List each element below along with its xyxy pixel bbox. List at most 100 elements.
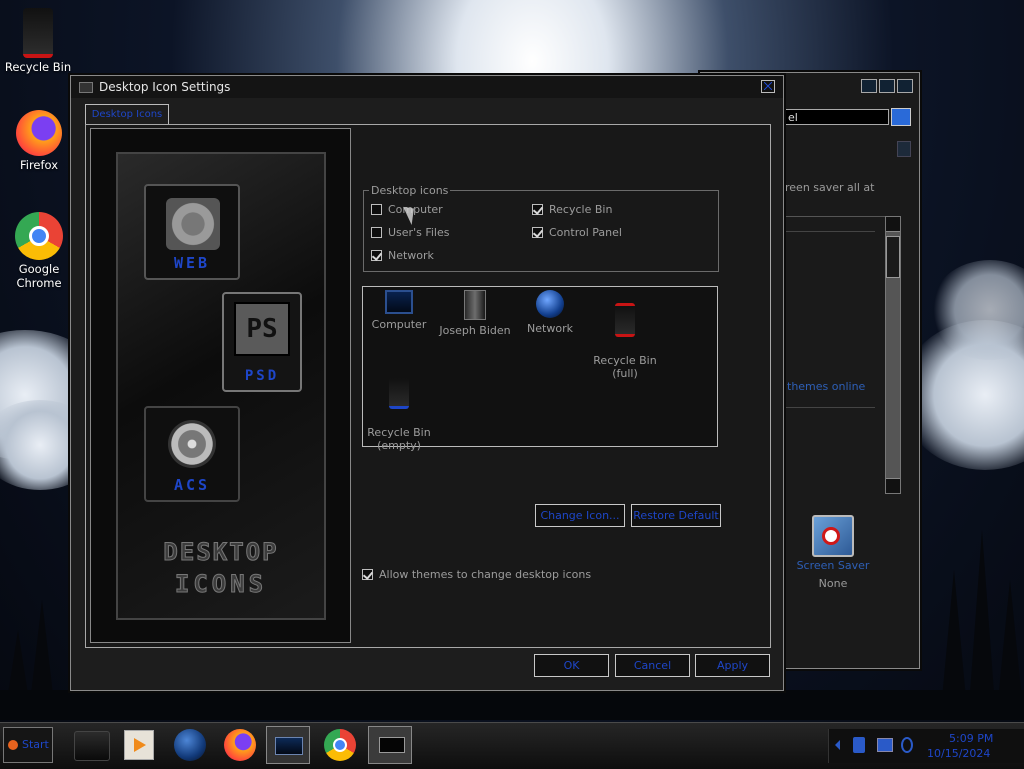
taskbar: Start 5:09 PM 10/15/2024 bbox=[0, 722, 1024, 769]
icon-item-label: Joseph Biden bbox=[439, 324, 511, 337]
desktop-icon-chrome[interactable]: Google Chrome bbox=[1, 212, 77, 290]
recycle-bin-full-icon bbox=[615, 303, 635, 337]
art-tile-big-text: PS bbox=[234, 302, 290, 356]
icon-item-label: Recycle Bin (empty) bbox=[367, 426, 431, 452]
divider bbox=[785, 231, 875, 232]
close-button[interactable] bbox=[897, 79, 913, 93]
taskbar-app-media-player-icon[interactable] bbox=[124, 730, 154, 760]
icon-item-label: Computer bbox=[371, 318, 427, 331]
monitor-icon bbox=[385, 290, 413, 314]
maximize-button[interactable] bbox=[879, 79, 895, 93]
globe-icon bbox=[536, 290, 564, 318]
ok-button[interactable]: OK bbox=[534, 654, 609, 677]
user-files-icon bbox=[464, 290, 486, 320]
tray-security-icon[interactable] bbox=[853, 737, 865, 753]
art-tile-label: ACS bbox=[173, 476, 211, 494]
close-icon bbox=[764, 82, 772, 90]
art-banner-line2: ICONS bbox=[174, 570, 268, 599]
checkbox-recycle-bin[interactable]: Recycle Bin bbox=[532, 203, 612, 216]
icon-item-computer[interactable]: Computer bbox=[359, 290, 439, 331]
taskbar-app-chrome-icon[interactable] bbox=[324, 729, 356, 761]
checkbox-allow-themes[interactable]: Allow themes to change desktop icons bbox=[362, 568, 591, 581]
start-button[interactable]: Start bbox=[3, 727, 53, 763]
tray-network-icon[interactable] bbox=[877, 738, 893, 752]
art-tile-label: PSD bbox=[244, 368, 280, 384]
minimize-button[interactable] bbox=[861, 79, 877, 93]
checkbox-box[interactable] bbox=[532, 204, 543, 215]
checkbox-label: Network bbox=[388, 249, 434, 262]
taskbar-app-folder-icon[interactable] bbox=[74, 731, 110, 761]
screen-saver-value: None bbox=[818, 577, 848, 590]
desktop-icon-firefox[interactable]: Firefox bbox=[1, 110, 77, 172]
disc-icon bbox=[168, 420, 216, 468]
start-orb-icon bbox=[8, 740, 18, 750]
desktop-icon-recycle-bin[interactable]: Recycle Bin bbox=[0, 8, 76, 74]
dialog-titlebar[interactable]: Desktop Icon Settings bbox=[71, 76, 783, 98]
taskbar-app-ie-icon[interactable] bbox=[174, 729, 206, 761]
desktop-icon-label: Firefox bbox=[19, 158, 59, 172]
tray-expand-icon[interactable] bbox=[835, 740, 840, 750]
art-tile-psd: PS PSD bbox=[222, 292, 302, 392]
search-input[interactable]: el bbox=[785, 109, 889, 125]
taskbar-app-display-icon[interactable] bbox=[368, 726, 412, 764]
scroll-up-button[interactable] bbox=[886, 217, 900, 232]
tray-volume-icon[interactable] bbox=[901, 737, 913, 753]
checkbox-label: Recycle Bin bbox=[549, 203, 613, 216]
art-tile-web: WEB bbox=[144, 184, 240, 280]
icon-item-label: Network bbox=[527, 322, 573, 335]
scroll-thumb[interactable] bbox=[886, 236, 900, 278]
change-icon-button[interactable]: Change Icon... bbox=[535, 504, 625, 527]
start-label: Start bbox=[22, 738, 49, 751]
chrome-icon bbox=[15, 212, 63, 260]
art-frame: WEB PS PSD ACS DESKTOP ICONS bbox=[116, 152, 326, 620]
checkbox-users-files[interactable]: User's Files bbox=[371, 226, 449, 239]
firefox-icon bbox=[16, 110, 62, 156]
art-tile-label: WEB bbox=[173, 254, 211, 272]
icon-item-recycle-bin-full[interactable]: Recycle Bin (full) bbox=[585, 290, 665, 393]
recycle-bin-empty-icon bbox=[389, 378, 409, 409]
icon-item-label: Recycle Bin (full) bbox=[593, 354, 657, 380]
tab-desktop-icons[interactable]: Desktop Icons bbox=[85, 104, 169, 125]
checkbox-label: Control Panel bbox=[549, 226, 622, 239]
dialog-title: Desktop Icon Settings bbox=[99, 80, 231, 94]
themes-list bbox=[785, 216, 885, 495]
checkbox-box[interactable] bbox=[371, 227, 382, 238]
divider bbox=[785, 407, 875, 408]
clock-time[interactable]: 5:09 PM bbox=[949, 732, 993, 745]
art-banner-line1: DESKTOP bbox=[163, 538, 279, 567]
close-button[interactable] bbox=[761, 80, 775, 93]
help-icon[interactable] bbox=[897, 141, 911, 157]
checkbox-control-panel[interactable]: Control Panel bbox=[532, 226, 622, 239]
icon-item-users-files[interactable]: Joseph Biden bbox=[435, 290, 515, 337]
description-text: reen saver all at bbox=[785, 181, 875, 194]
desktop-icon-label: Google Chrome bbox=[16, 262, 62, 290]
apply-button[interactable]: Apply bbox=[695, 654, 770, 677]
system-tray: 5:09 PM 10/15/2024 bbox=[828, 729, 1024, 763]
checkbox-label: Allow themes to change desktop icons bbox=[379, 568, 592, 581]
taskbar-app-control-panel-icon[interactable] bbox=[266, 726, 310, 764]
search-icon[interactable] bbox=[891, 108, 911, 126]
checkbox-box[interactable] bbox=[371, 250, 382, 261]
scroll-down-button[interactable] bbox=[886, 478, 900, 493]
icon-item-recycle-bin-empty[interactable]: Recycle Bin (empty) bbox=[359, 365, 439, 465]
checkbox-box[interactable] bbox=[532, 227, 543, 238]
window-controls bbox=[861, 79, 913, 93]
screen-saver-button[interactable]: Screen Saver None bbox=[791, 515, 875, 590]
art-tile-acs: ACS bbox=[144, 406, 240, 502]
taskbar-app-firefox-icon[interactable] bbox=[224, 729, 256, 761]
cancel-button[interactable]: Cancel bbox=[615, 654, 690, 677]
restore-default-button[interactable]: Restore Default bbox=[631, 504, 721, 527]
get-themes-link[interactable]: themes online bbox=[787, 380, 865, 393]
checkbox-label: User's Files bbox=[388, 226, 450, 239]
screen-saver-icon bbox=[812, 515, 854, 557]
checkbox-box[interactable] bbox=[362, 569, 373, 580]
group-title: Desktop icons bbox=[369, 184, 451, 197]
gear-icon bbox=[166, 198, 220, 250]
window-icon bbox=[79, 82, 93, 93]
clock-date[interactable]: 10/15/2024 bbox=[927, 747, 990, 760]
scrollbar[interactable] bbox=[885, 216, 901, 494]
icon-item-network[interactable]: Network bbox=[510, 290, 590, 335]
recycle-bin-icon bbox=[23, 8, 53, 58]
checkbox-box[interactable] bbox=[371, 204, 382, 215]
checkbox-network[interactable]: Network bbox=[371, 249, 434, 262]
